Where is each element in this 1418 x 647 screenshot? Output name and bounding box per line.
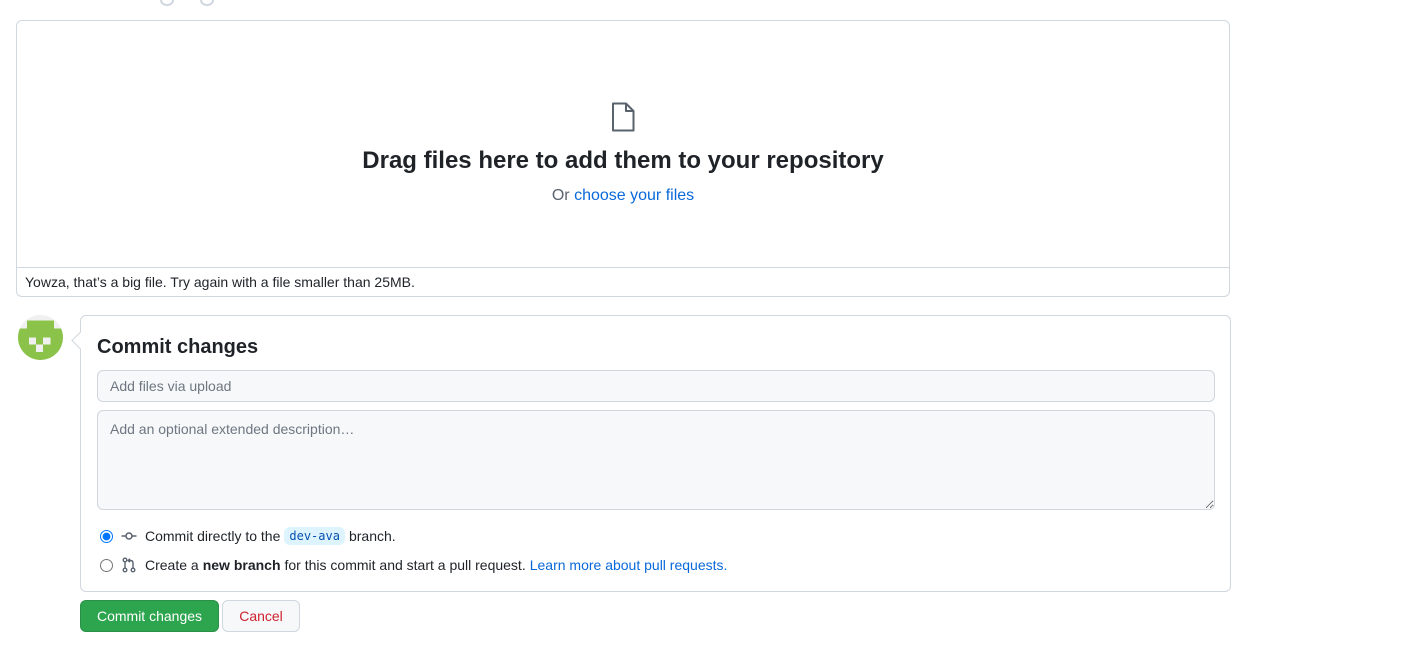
cancel-button[interactable]: Cancel xyxy=(222,600,300,632)
git-commit-icon xyxy=(121,532,137,540)
speech-caret xyxy=(71,331,90,350)
new-branch-bold: new branch xyxy=(202,557,281,573)
commit-direct-radio[interactable] xyxy=(100,529,113,543)
new-branch-radio[interactable] xyxy=(100,558,113,572)
file-size-error: Yowza, that’s a big file. Try again with… xyxy=(17,267,1229,296)
commit-heading: Commit changes xyxy=(97,336,259,358)
file-dropzone[interactable]: Drag files here to add them to your repo… xyxy=(16,20,1230,297)
file-icon xyxy=(612,102,635,132)
partial-header-fragment xyxy=(160,0,220,6)
learn-more-pr-link[interactable]: Learn more about pull requests. xyxy=(530,557,728,573)
branch-name-badge: dev-ava xyxy=(284,527,345,545)
commit-changes-button[interactable]: Commit changes xyxy=(80,600,219,632)
commit-direct-option[interactable]: Commit directly to the dev-ava branch. xyxy=(100,526,396,546)
commit-description-input[interactable] xyxy=(97,410,1215,510)
new-branch-option[interactable]: Create a new branch for this commit and … xyxy=(100,555,727,575)
new-branch-suffix: for this commit and start a pull request… xyxy=(284,557,526,573)
git-pull-request-icon xyxy=(122,557,136,573)
dropzone-subtext: Or choose your files xyxy=(17,187,1229,205)
avatar[interactable] xyxy=(18,315,63,360)
commit-direct-suffix: branch. xyxy=(348,528,396,544)
choose-files-link[interactable]: choose your files xyxy=(574,187,694,204)
drop-area[interactable]: Drag files here to add them to your repo… xyxy=(17,21,1229,269)
commit-summary-input[interactable] xyxy=(97,370,1215,402)
dropzone-title: Drag files here to add them to your repo… xyxy=(362,147,884,174)
commit-direct-prefix: Commit directly to the xyxy=(145,528,281,544)
or-text: Or xyxy=(551,187,570,204)
commit-form: Commit changes Commit directly to the de… xyxy=(71,315,1231,592)
new-branch-prefix: Create a xyxy=(145,557,199,573)
